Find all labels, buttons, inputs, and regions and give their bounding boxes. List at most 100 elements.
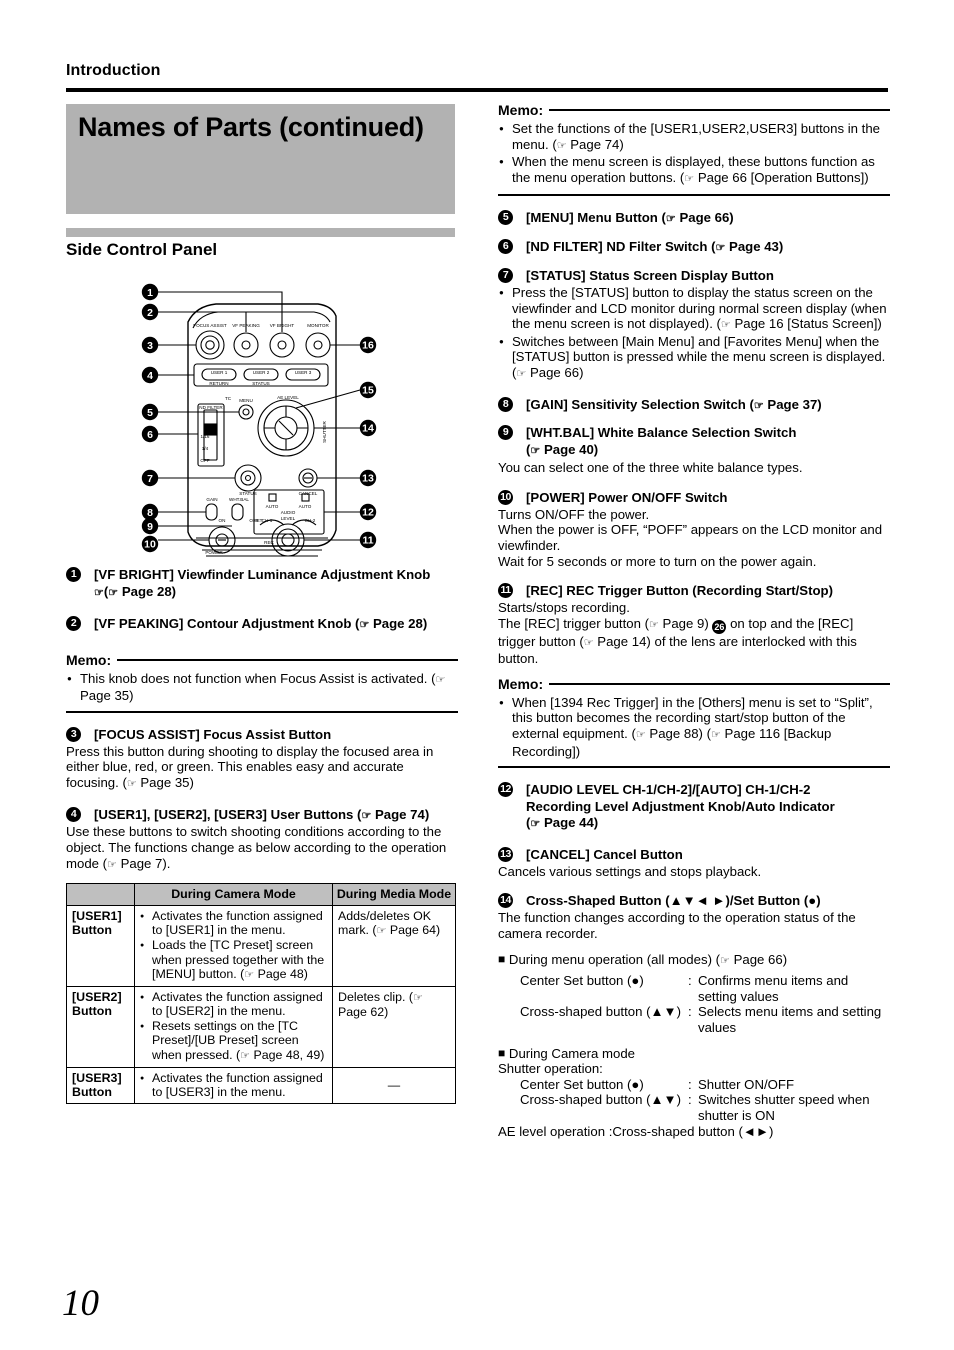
section-title: Side Control Panel <box>66 240 218 259</box>
memo-bullet: This knob does not function when Focus A… <box>66 671 458 704</box>
item-label: [ND FILTER] ND Filter Switch (☞ Page 43) <box>526 239 784 255</box>
definition-value: Selects menu items and setting values <box>698 1004 882 1035</box>
user-buttons-table: During Camera Mode During Media Mode [US… <box>66 883 456 1104</box>
item-13: 13 [CANCEL] Cancel Button <box>498 846 890 864</box>
item-label: [WHT.BAL] White Balance Selection Switch <box>526 425 797 441</box>
table-row: [USER3] Button Activates the function as… <box>66 1066 456 1104</box>
header-rule <box>66 88 888 92</box>
section-bar <box>66 228 455 237</box>
definition-colon: : <box>688 973 692 989</box>
memo-rule <box>117 658 458 661</box>
item-4-body: Use these buttons to switch shooting con… <box>66 824 447 871</box>
row-label-user1: [USER1] Button <box>66 904 135 987</box>
row-media-user1: Adds/deletes OK mark. (☞ Page 64) <box>332 904 456 987</box>
memo-bullet: When the menu screen is displayed, these… <box>498 154 890 187</box>
list-item: Activates the function assigned to [USER… <box>140 1071 327 1100</box>
callout-number: 7 <box>498 267 513 283</box>
list-item: Loads the [TC Preset] screen when presse… <box>140 938 327 983</box>
item-label: [VF BRIGHT] Viewfinder Luminance Adjustm… <box>94 567 431 582</box>
definition-value: Switches shutter speed when shutter is O… <box>698 1092 870 1123</box>
callout-number: 8 <box>498 396 513 412</box>
callout-number: 14 <box>498 893 513 909</box>
table-header-blank <box>66 883 135 906</box>
definition-value: Confirms menu items and setting values <box>698 973 849 1004</box>
definition-value: Shutter ON/OFF <box>698 1076 794 1092</box>
item-7-bullet: Press the [STATUS] button to display the… <box>498 285 890 334</box>
memo-block-focus-assist: Memo: This knob does not function when F… <box>66 652 458 713</box>
inline-callout-26: 26 <box>712 619 727 634</box>
item-10-line-1: Turns ON/OFF the power. <box>498 506 650 522</box>
item-label: [FOCUS ASSIST] Focus Assist Button <box>94 726 332 742</box>
definition-colon: : <box>688 1076 692 1092</box>
callout-number: 5 <box>498 210 513 226</box>
item-14-sub2-heading: ■ During Camera mode <box>498 1045 635 1061</box>
item-6: 6 [ND FILTER] ND Filter Switch (☞ Page 4… <box>498 238 890 257</box>
item-4: 4 [USER1], [USER2], [USER3] User Buttons… <box>66 806 458 825</box>
table-header-camera-mode: During Camera Mode <box>134 883 333 906</box>
item-7-bullet: Switches between [Main Menu] and [Favori… <box>498 334 890 383</box>
definition-row: Center Set button (●) : Shutter ON/OFF <box>520 1077 890 1093</box>
item-13-body: Cancels various settings and stops playb… <box>498 863 762 879</box>
item-12-label-line2: Recording Level Adjustment Knob/Auto Ind… <box>526 799 835 815</box>
item-label: [VF PEAKING] Contour Adjustment Knob (☞ … <box>94 615 428 631</box>
item-label: [STATUS] Status Screen Display Button <box>526 267 774 283</box>
item-11-intro: Starts/stops recording. <box>498 600 630 616</box>
row-camera-user2: Activates the function assigned to [USER… <box>134 985 333 1068</box>
item-label-line2: ☞(☞ Page 28) <box>94 584 177 599</box>
square-bullet-icon: ■ <box>498 951 506 966</box>
row-label-user3: [USER3] Button <box>66 1066 135 1104</box>
item-10-line-3: Wait for 5 seconds or more to turn on th… <box>498 553 817 569</box>
item-14-sub1-rows: Center Set button (●) : Confirms menu it… <box>498 973 890 1035</box>
item-5: 5 [MENU] Menu Button (☞ Page 66) <box>498 209 890 228</box>
definition-row: Center Set button (●) : Confirms menu it… <box>520 973 890 1004</box>
manual-page: Introduction Names of Parts (continued) … <box>0 0 954 1350</box>
item-9-label-line2: (☞ Page 40) <box>526 442 599 458</box>
item-14-sub1-heading: ■ During menu operation (all modes) (☞ P… <box>498 951 788 967</box>
list-item: Activates the function assigned to [USER… <box>140 990 327 1019</box>
running-head: Introduction <box>66 62 161 79</box>
item-2: 2 [VF PEAKING] Contour Adjustment Knob (… <box>66 615 458 634</box>
definition-row: Cross-shaped button (▲▼) : Switches shut… <box>520 1092 890 1123</box>
item-11-body: The [REC] trigger button (☞ Page 9) 26 o… <box>498 615 857 667</box>
row-camera-user1: Activates the function assigned to [USER… <box>134 904 333 987</box>
item-14: 14 Cross-Shaped Button (▲▼◄ ►)/Set Butto… <box>498 892 890 910</box>
row-label-user2: [USER2] Button <box>66 985 135 1068</box>
callout-number: 11 <box>498 583 513 599</box>
memo-block-rec-trigger: Memo: When [1394 Rec Trigger] in the [Ot… <box>498 675 890 769</box>
item-14-sub2-intro: Shutter operation: <box>498 1061 603 1077</box>
item-9-body: You can select one of the three white ba… <box>498 460 803 476</box>
table-row: [USER2] Button Activates the function as… <box>66 985 456 1068</box>
list-item: Activates the function assigned to [USER… <box>140 909 327 938</box>
item-label: [POWER] Power ON/OFF Switch <box>526 489 728 505</box>
item-12-label-line3: (☞ Page 44) <box>526 815 599 831</box>
square-bullet-icon: ■ <box>498 1045 506 1060</box>
memo-label: Memo: <box>498 675 544 692</box>
table-header-row: During Camera Mode During Media Mode <box>66 883 456 906</box>
item-3-body: Press this button during shooting to dis… <box>66 743 434 790</box>
item-3: 3 [FOCUS ASSIST] Focus Assist Button <box>66 726 458 744</box>
memo-bullet: Set the functions of the [USER1,USER2,US… <box>498 121 890 154</box>
item-1: 1 [VF BRIGHT] Viewfinder Luminance Adjus… <box>66 566 458 602</box>
callout-number: 1 <box>66 567 81 582</box>
definition-key: Center Set button (●) <box>520 973 644 989</box>
item-label: Cross-Shaped Button (▲▼◄ ►)/Set Button (… <box>526 893 821 909</box>
definition-key: Cross-shaped button (▲▼) <box>520 1004 681 1020</box>
callout-number: 13 <box>498 846 513 862</box>
page-number: 10 <box>62 1283 99 1324</box>
right-column: Memo: Set the functions of the [USER1,US… <box>498 100 890 1139</box>
definition-key: Cross-shaped button (▲▼) <box>520 1092 681 1108</box>
item-label: [GAIN] Sensitivity Selection Switch (☞ P… <box>526 396 822 412</box>
memo-bullet: When [1394 Rec Trigger] in the [Others] … <box>498 695 890 759</box>
item-14-body: The function changes according to the op… <box>498 910 856 942</box>
callout-number: 4 <box>66 806 81 822</box>
item-7: 7 [STATUS] Status Screen Display Button <box>498 267 890 285</box>
page-title-block: Names of Parts (continued) <box>66 104 455 214</box>
item-9: 9 [WHT.BAL] White Balance Selection Swit… <box>498 424 890 460</box>
row-camera-user3: Activates the function assigned to [USER… <box>134 1066 333 1104</box>
item-8: 8 [GAIN] Sensitivity Selection Switch (☞… <box>498 396 890 415</box>
memo-label: Memo: <box>66 651 112 668</box>
row-media-user3: — <box>332 1066 456 1104</box>
item-label: [MENU] Menu Button (☞ Page 66) <box>526 210 734 226</box>
callout-number: 10 <box>498 489 513 505</box>
page-title: Names of Parts (continued) <box>78 112 424 142</box>
